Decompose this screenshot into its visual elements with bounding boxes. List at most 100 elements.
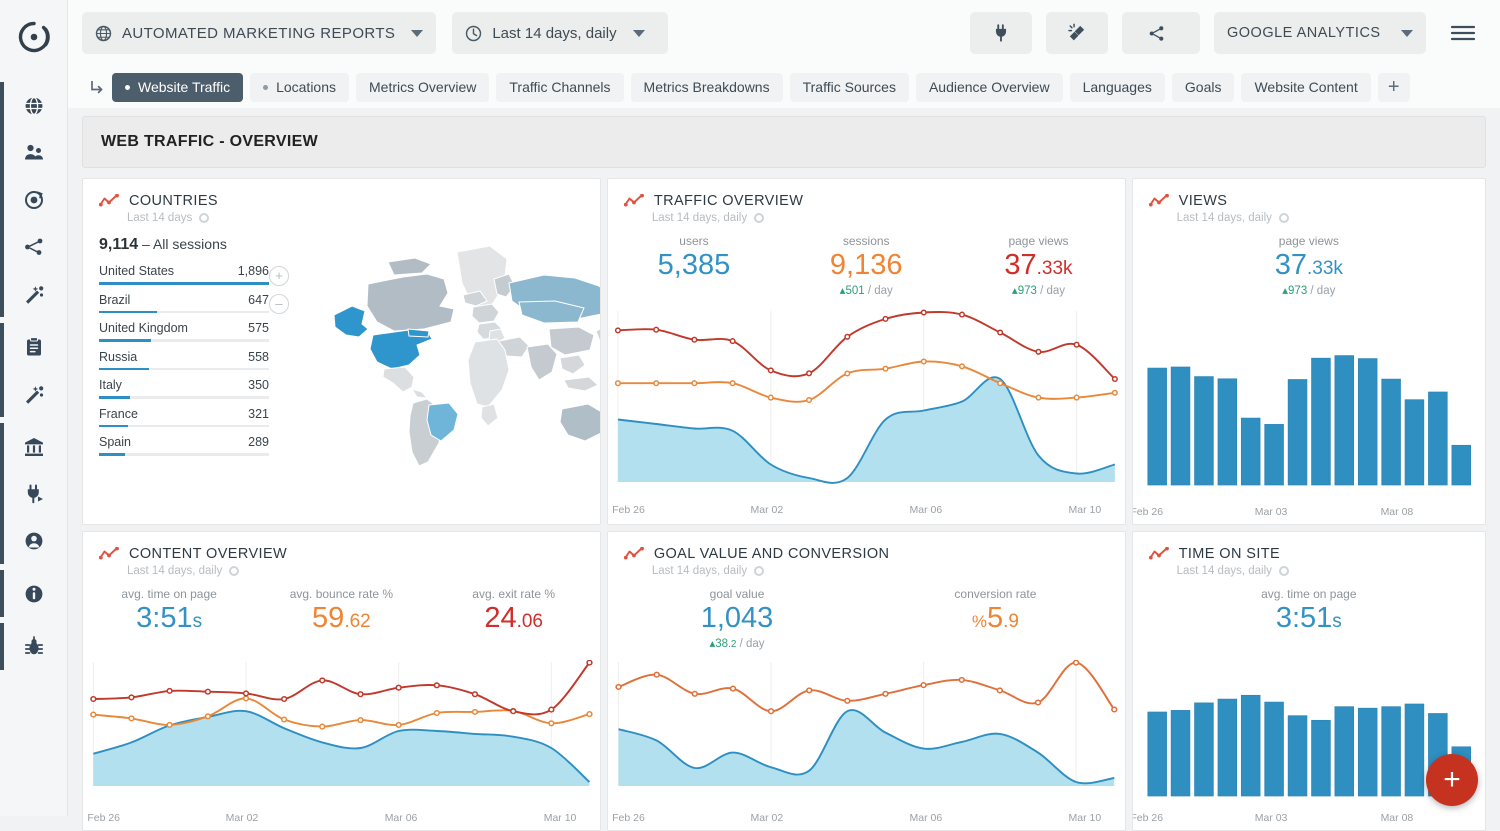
gear-icon[interactable] (1279, 213, 1289, 223)
data-point[interactable] (692, 692, 697, 697)
gear-icon[interactable] (229, 566, 239, 576)
data-point[interactable] (845, 699, 850, 704)
bar[interactable] (1358, 708, 1377, 796)
sidebar-item-editor[interactable] (0, 370, 67, 417)
bar[interactable] (1335, 707, 1354, 796)
add-tab-button[interactable]: + (1378, 73, 1410, 102)
data-point[interactable] (959, 678, 964, 683)
bar[interactable] (1288, 380, 1307, 486)
sidebar-item-magic[interactable] (0, 270, 67, 317)
tab-languages[interactable]: Languages (1070, 73, 1165, 102)
bar[interactable] (1171, 367, 1190, 485)
data-point[interactable] (129, 695, 134, 700)
bar[interactable] (1194, 377, 1213, 485)
data-point[interactable] (205, 714, 210, 719)
tab-metrics-breakdowns[interactable]: Metrics Breakdowns (631, 73, 783, 102)
gear-icon[interactable] (1279, 566, 1289, 576)
data-point[interactable] (768, 709, 773, 714)
data-point[interactable] (960, 312, 965, 317)
map-zoom-in-button[interactable]: + (269, 266, 289, 286)
sidebar-item-account[interactable] (0, 517, 67, 564)
data-point[interactable] (587, 712, 592, 717)
data-point[interactable] (998, 330, 1003, 335)
data-point[interactable] (1035, 700, 1040, 705)
tab-traffic-sources[interactable]: Traffic Sources (790, 73, 909, 102)
goal-value-chart[interactable]: Feb 26Mar 02Mar 06Mar 10 (608, 660, 1125, 831)
data-point[interactable] (692, 381, 697, 386)
data-point[interactable] (91, 697, 96, 702)
content-overview-chart[interactable]: Feb 26Mar 02Mar 06Mar 10 (83, 660, 600, 831)
data-point[interactable] (473, 710, 478, 715)
bar[interactable] (1311, 720, 1330, 796)
data-point[interactable] (654, 672, 659, 677)
data-point[interactable] (616, 685, 621, 690)
data-point[interactable] (615, 381, 620, 386)
country-row[interactable]: Spain289 (99, 435, 269, 456)
data-point[interactable] (320, 678, 325, 683)
data-point[interactable] (244, 696, 249, 701)
data-point[interactable] (807, 398, 812, 403)
gear-icon[interactable] (199, 213, 209, 223)
app-logo[interactable] (0, 0, 67, 74)
data-point[interactable] (998, 381, 1003, 386)
sidebar-item-audience[interactable] (0, 129, 67, 176)
data-point[interactable] (1112, 391, 1117, 396)
bar[interactable] (1288, 716, 1307, 796)
menu-button[interactable] (1440, 12, 1486, 54)
sidebar-item-plug[interactable] (0, 470, 67, 517)
data-point[interactable] (1074, 342, 1079, 347)
sidebar-item-globe[interactable] (0, 82, 67, 129)
data-source-selector[interactable]: GOOGLE ANALYTICS (1214, 12, 1426, 54)
data-point[interactable] (434, 711, 439, 716)
views-chart[interactable]: Feb 26Mar 03Mar 08 (1133, 339, 1485, 525)
bar[interactable] (1381, 707, 1400, 796)
data-point[interactable] (320, 724, 325, 729)
data-point[interactable] (654, 327, 659, 332)
data-point[interactable] (91, 712, 96, 717)
bar[interactable] (1452, 445, 1471, 485)
data-point[interactable] (1073, 660, 1078, 665)
data-point[interactable] (1112, 377, 1117, 382)
data-point[interactable] (997, 688, 1002, 693)
data-point[interactable] (960, 364, 965, 369)
data-point[interactable] (473, 692, 478, 697)
gear-icon[interactable] (754, 566, 764, 576)
data-point[interactable] (807, 688, 812, 693)
world-map[interactable] (329, 231, 601, 481)
bar[interactable] (1147, 368, 1166, 485)
bar[interactable] (1358, 359, 1377, 485)
tab-traffic-channels[interactable]: Traffic Channels (496, 73, 623, 102)
time-on-site-chart[interactable]: Feb 26Mar 03Mar 08 (1133, 680, 1485, 831)
data-point[interactable] (768, 368, 773, 373)
data-point[interactable] (434, 683, 439, 688)
data-point[interactable] (692, 337, 697, 342)
bar[interactable] (1147, 712, 1166, 796)
country-row[interactable]: United Kingdom575 (99, 321, 269, 342)
data-point[interactable] (396, 723, 401, 728)
data-point[interactable] (205, 689, 210, 694)
data-point[interactable] (1074, 395, 1079, 400)
data-point[interactable] (549, 707, 554, 712)
map-zoom-out-button[interactable]: – (269, 294, 289, 314)
data-point[interactable] (768, 395, 773, 400)
bar[interactable] (1218, 379, 1237, 485)
bar[interactable] (1218, 699, 1237, 796)
data-point[interactable] (921, 310, 926, 315)
data-point[interactable] (549, 721, 554, 726)
bar[interactable] (1381, 379, 1400, 485)
data-point[interactable] (396, 685, 401, 690)
data-point[interactable] (1036, 395, 1041, 400)
data-point[interactable] (730, 381, 735, 386)
data-point[interactable] (921, 683, 926, 688)
data-point[interactable] (807, 371, 812, 376)
data-point[interactable] (587, 660, 592, 665)
bar[interactable] (1428, 392, 1447, 485)
data-point[interactable] (282, 717, 287, 722)
traffic-overview-chart[interactable]: Feb 26Mar 02Mar 06Mar 10 (608, 309, 1125, 524)
bar[interactable] (1335, 356, 1354, 485)
data-point[interactable] (730, 686, 735, 691)
tab-goals[interactable]: Goals (1172, 73, 1235, 102)
data-point[interactable] (845, 371, 850, 376)
data-point[interactable] (654, 381, 659, 386)
data-point[interactable] (921, 359, 926, 364)
